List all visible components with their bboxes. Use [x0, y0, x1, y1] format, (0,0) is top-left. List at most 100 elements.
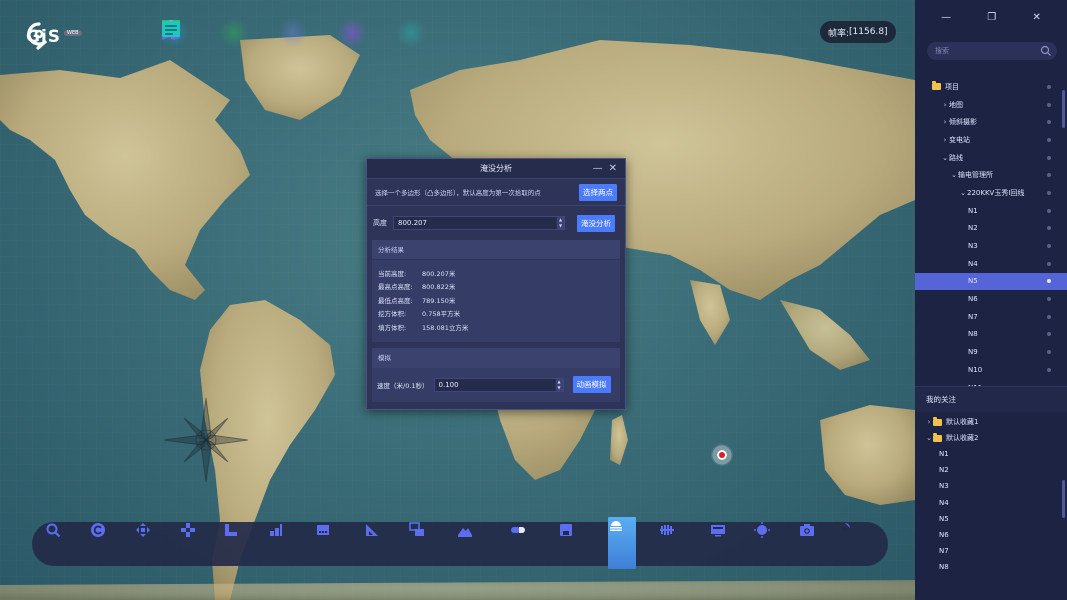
module-apps[interactable] [162, 18, 249, 48]
status-dot-icon [1047, 244, 1051, 249]
select-points-button[interactable]: 选择两点 [579, 183, 617, 201]
overlay-tool[interactable] [409, 522, 439, 566]
status-dot-icon [1047, 314, 1051, 319]
tree-item[interactable]: ⌄ 输电管理所 [915, 166, 1067, 184]
pan-tool[interactable] [135, 522, 165, 566]
tree-item[interactable]: N2 [915, 462, 1067, 478]
status-dot-icon [1047, 350, 1051, 355]
tree-item[interactable]: › 地图 [915, 96, 1067, 114]
result-key: 最低点高度: [378, 296, 413, 305]
chevron-down-icon[interactable]: ⌄ [941, 154, 949, 162]
map-canvas[interactable]: GiS WEB 帧率: [1156.8] 淹没分析 — ✕ 选择一个多边形（凸多… [0, 0, 915, 600]
locate-tool[interactable] [837, 522, 867, 566]
status-dot-icon [1047, 261, 1051, 266]
search-input[interactable] [927, 42, 1037, 60]
zoom-tool[interactable] [45, 522, 75, 566]
result-key: 最高点高度: [378, 283, 413, 292]
tree-item[interactable]: ⌄ 路线 [915, 149, 1067, 167]
height-input[interactable]: 800.207 ▲ ▼ [393, 216, 565, 230]
tree-item[interactable]: N10 [915, 361, 1067, 379]
chevron-right-icon[interactable]: › [941, 136, 949, 144]
tree-item-label: N1 [968, 206, 978, 215]
tree-item[interactable]: ⌄ 默认收藏2 [915, 430, 1067, 446]
module-panel[interactable] [162, 18, 426, 48]
tree-item[interactable]: N4 [915, 255, 1067, 273]
terrain-tool[interactable] [457, 522, 487, 566]
module-cube[interactable] [162, 18, 367, 48]
tree-item[interactable]: N5 [915, 272, 1067, 291]
tree-item[interactable]: N1 [915, 446, 1067, 462]
tree-item[interactable]: N1 [915, 202, 1067, 220]
chevron-right-icon[interactable]: › [941, 118, 949, 126]
flood-analyze-button[interactable]: 淹没分析 [577, 214, 615, 232]
status-dot-icon [1047, 137, 1051, 142]
crosshair-tool[interactable] [180, 522, 210, 566]
flood-tool[interactable] [608, 517, 636, 569]
tree-item[interactable]: N8 [915, 559, 1067, 575]
window-controls: — ❐ ✕ [915, 0, 1067, 34]
stepper-down-icon[interactable]: ▼ [554, 384, 563, 391]
screenshot-tool[interactable] [799, 522, 829, 566]
rotate-tool[interactable] [90, 522, 120, 566]
move-arrows-icon [136, 523, 150, 537]
search-icon[interactable] [1040, 45, 1052, 57]
tree-item[interactable]: N7 [915, 543, 1067, 559]
mountain-icon [458, 528, 472, 537]
dialog-minimize-button[interactable]: — [593, 162, 603, 175]
dialog-header[interactable]: 淹没分析 — ✕ [367, 159, 625, 179]
tree-item[interactable]: N7 [915, 308, 1067, 326]
chevron-right-icon[interactable]: › [941, 101, 949, 109]
measure-height-tool[interactable] [268, 522, 298, 566]
tree-item[interactable]: ⌄ 220KKV玉秀Ⅰ回线 [915, 184, 1067, 202]
tree-scrollbar[interactable] [1062, 90, 1065, 128]
tree-item[interactable]: N5 [915, 511, 1067, 527]
stepper-down-icon[interactable]: ▼ [556, 223, 564, 229]
measure-distance-tool[interactable] [223, 522, 253, 566]
tree-item[interactable]: N9 [915, 343, 1067, 361]
screen-tool[interactable] [710, 522, 740, 566]
tree-item[interactable]: N3 [915, 478, 1067, 494]
model-tool[interactable] [510, 522, 540, 566]
measure-angle-tool[interactable] [364, 522, 394, 566]
chevron-down-icon[interactable]: ⌄ [959, 189, 967, 197]
flood-analysis-dialog: 淹没分析 — ✕ 选择一个多边形（凸多边形），默认高度为第一次拾取的点 选择两点… [366, 158, 626, 410]
chevron-down-icon[interactable]: ⌄ [950, 171, 958, 179]
status-dot-icon [1047, 155, 1051, 160]
measure-area-tool[interactable] [315, 522, 345, 566]
location-marker[interactable] [711, 444, 733, 466]
floppy-icon [560, 524, 572, 536]
tree-item[interactable]: › 变电站 [915, 131, 1067, 149]
status-dot-icon [1047, 208, 1051, 213]
tree-item[interactable]: N8 [915, 326, 1067, 344]
overlap-icon [409, 522, 424, 536]
height-stepper[interactable]: ▲ ▼ [556, 217, 564, 229]
panel-restore-button[interactable]: ❐ [987, 12, 996, 23]
tree-item-label: 默认收藏2 [946, 434, 979, 443]
module-map-pin[interactable] [162, 18, 308, 48]
capsule-icon [511, 527, 525, 533]
speed-input[interactable]: 0.100 ▲ ▼ [433, 377, 564, 392]
tree-item[interactable]: › 默认收藏1 [915, 414, 1067, 430]
panel-minimize-button[interactable]: — [941, 12, 951, 23]
tree-item[interactable]: N2 [915, 220, 1067, 238]
profile-tool[interactable] [659, 522, 689, 566]
tree-item[interactable]: N6 [915, 290, 1067, 308]
tree-item[interactable]: N6 [915, 527, 1067, 543]
result-value: 800.207米 [422, 269, 456, 278]
speed-value: 0.100 [438, 380, 459, 389]
tree-item[interactable]: N3 [915, 237, 1067, 255]
chevron-down-icon[interactable]: ⌄ [925, 434, 933, 442]
sun-tool[interactable] [754, 522, 784, 566]
status-dot-icon [1047, 102, 1051, 107]
chevron-right-icon[interactable]: › [925, 418, 933, 426]
favorites-scrollbar[interactable] [1062, 480, 1065, 518]
animate-simulation-button[interactable]: 动画模拟 [572, 376, 611, 393]
tree-item[interactable]: 项目 [915, 78, 1067, 96]
speed-stepper[interactable]: ▲ ▼ [554, 378, 563, 391]
dialog-close-button[interactable]: ✕ [609, 162, 617, 175]
panel-close-button[interactable]: ✕ [1032, 12, 1040, 23]
tree-item[interactable]: N4 [915, 494, 1067, 510]
save-tool[interactable] [558, 522, 588, 566]
search-box [927, 42, 1057, 60]
tree-item[interactable]: › 倾斜摄影 [915, 113, 1067, 131]
